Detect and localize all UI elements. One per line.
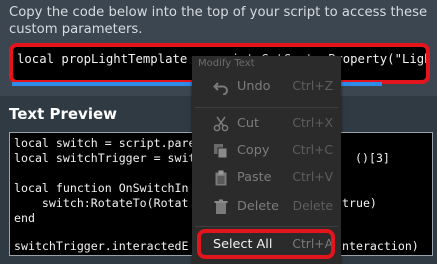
menu-item-paste[interactable]: Paste Ctrl+V — [192, 165, 341, 191]
menu-item-label: Paste — [237, 170, 272, 185]
scissors-icon — [213, 116, 229, 132]
menu-item-label: Cut — [237, 116, 260, 131]
undo-icon — [213, 79, 229, 96]
clipboard-icon — [213, 170, 229, 186]
code-line-fragment: ()[3] — [355, 151, 390, 165]
menu-separator — [195, 226, 338, 227]
code-line-fragment: nteraction) — [342, 239, 419, 253]
menu-item-shortcut: Ctrl+X — [292, 116, 333, 130]
menu-item-shortcut: Ctrl+C — [292, 143, 333, 157]
menu-item-shortcut: Ctrl+Z — [292, 79, 333, 93]
menu-item-copy[interactable]: Copy Ctrl+C — [192, 138, 341, 164]
menu-item-cut[interactable]: Cut Ctrl+X — [192, 111, 341, 137]
code-line: local switch = script.pare — [14, 136, 196, 150]
menu-item-label: Copy — [237, 143, 270, 158]
trash-icon — [213, 199, 229, 215]
code-line: switch:RotateTo(Rotat — [14, 196, 189, 210]
menu-title: Modify Text — [198, 58, 255, 69]
menu-item-label: Delete — [237, 199, 280, 214]
menu-separator — [195, 107, 338, 108]
code-line: local function OnSwitchIn — [14, 181, 189, 195]
instructions-text: Copy the code below into the top of your… — [9, 5, 428, 37]
select-all-highlight-outline — [197, 229, 335, 259]
code-line: end — [14, 211, 35, 225]
code-line: local switchTrigger = swit — [14, 151, 196, 165]
menu-item-label: Undo — [237, 79, 271, 94]
text-preview-heading: Text Preview — [9, 105, 117, 123]
menu-item-shortcut: Delete — [292, 199, 333, 213]
menu-item-delete[interactable]: Delete Delete — [192, 194, 341, 220]
copy-icon — [213, 143, 229, 159]
code-line-fragment: true) — [342, 196, 377, 210]
menu-item-undo[interactable]: Undo Ctrl+Z — [192, 74, 341, 100]
code-line: switchTrigger.interactedE — [14, 239, 189, 253]
menu-item-shortcut: Ctrl+V — [292, 170, 333, 184]
